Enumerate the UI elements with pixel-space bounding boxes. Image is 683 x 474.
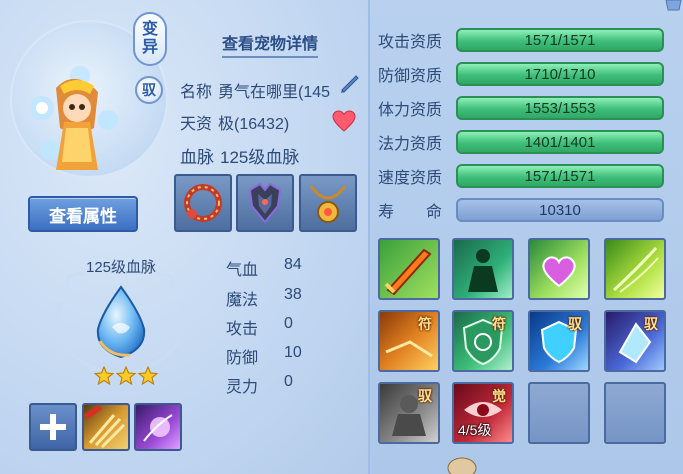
- skill-slot[interactable]: 符: [452, 310, 514, 372]
- skill-slot[interactable]: [528, 238, 590, 300]
- variant-badge-line2: 异: [141, 39, 158, 56]
- view-pet-details-link[interactable]: 查看宠物详情: [222, 30, 319, 58]
- pet-name-label: 名称: [180, 84, 213, 101]
- small-skill-slot-2[interactable]: [134, 403, 182, 451]
- sword-skill-icon: [384, 248, 432, 296]
- attr-bar: 1401/1401: [456, 130, 664, 154]
- amulet-icon: [309, 185, 347, 223]
- star-icon: [116, 366, 136, 386]
- skill-tag-yu: 驭: [418, 388, 432, 404]
- bottom-orb-icon: [447, 457, 477, 474]
- claw-skill-icon: [84, 405, 126, 449]
- pet-bloodline-value: 125级血脉: [220, 148, 300, 167]
- skill-slot-empty[interactable]: [528, 382, 590, 444]
- bloodline-stars: [94, 366, 162, 386]
- attr-row-defense: 防御资质 1710/1710: [378, 61, 664, 87]
- variant-badge: 变 异: [133, 12, 167, 66]
- green-figure-skill-icon: [468, 249, 498, 292]
- attr-label: 寿 命: [378, 204, 443, 221]
- corner-gem-icon: [665, 0, 682, 11]
- plus-icon: [40, 414, 66, 440]
- skill-slot[interactable]: [452, 238, 514, 300]
- attr-row-stamina: 体力资质 1553/1553: [378, 95, 664, 121]
- attr-label: 法力资质: [378, 136, 443, 153]
- attr-row-lifespan: 寿 命 10310: [378, 197, 664, 223]
- stat-label: 攻击: [226, 321, 259, 338]
- attr-label: 防御资质: [378, 68, 443, 85]
- attr-bar: 1571/1571: [456, 28, 664, 52]
- attr-label: 体力资质: [378, 102, 443, 119]
- attr-bar: 10310: [456, 198, 664, 222]
- stat-label: 灵力: [226, 379, 259, 396]
- leaf-wind-skill-icon: [612, 246, 659, 293]
- pet-figure-icon: [30, 66, 118, 170]
- pet-bloodline-label: 血脉: [180, 148, 214, 167]
- skill-tag-yu: 驭: [644, 316, 658, 332]
- bloodline-level-label: 125级血脉: [86, 259, 157, 276]
- attr-label: 攻击资质: [378, 34, 443, 51]
- stat-label: 气血: [226, 262, 259, 279]
- pet-bloodline-row: 血脉 125级血脉: [180, 143, 299, 168]
- star-icon: [138, 366, 158, 386]
- skill-tag-fu: 符: [492, 316, 506, 332]
- armor-icon: [248, 182, 282, 224]
- skill-level-label: 4/5级: [458, 422, 492, 438]
- stat-value: 10: [284, 344, 302, 361]
- attr-bar: 1571/1571: [456, 164, 664, 188]
- stat-label: 防御: [226, 350, 259, 367]
- stat-row-hp: 气血 84: [226, 256, 302, 280]
- stat-row-mp: 魔法 38: [226, 286, 302, 310]
- attr-row-attack: 攻击资质 1571/1571: [378, 27, 664, 53]
- edit-name-icon[interactable]: [338, 72, 362, 96]
- skill-slot[interactable]: 驭: [378, 382, 440, 444]
- stat-value: 84: [284, 256, 302, 273]
- small-skill-slot-1[interactable]: [82, 403, 130, 451]
- favorite-heart-icon[interactable]: [332, 110, 356, 132]
- skill-slot[interactable]: [604, 238, 666, 300]
- attr-label: 速度资质: [378, 170, 443, 187]
- view-attributes-button[interactable]: 查看属性: [28, 196, 138, 232]
- stat-row-spirit: 灵力 0: [226, 373, 293, 397]
- pet-talent-value: 极(16432): [218, 116, 290, 133]
- variant-badge-line1: 变: [141, 21, 158, 38]
- necklace-icon: [184, 184, 222, 222]
- skill-slot[interactable]: [378, 238, 440, 300]
- magic-burst-icon: [143, 414, 173, 442]
- pet-talent-row: 天资 极(16432): [180, 110, 289, 134]
- equipment-slot-2[interactable]: [236, 174, 294, 232]
- skill-slot[interactable]: 觉 4/5级: [452, 382, 514, 444]
- add-skill-button[interactable]: [29, 403, 77, 451]
- equipment-slot-1[interactable]: [174, 174, 232, 232]
- pet-name-row: 名称 勇气在哪里(145: [180, 78, 330, 102]
- stat-value: 38: [284, 286, 302, 303]
- attr-bar: 1710/1710: [456, 62, 664, 86]
- pet-talent-label: 天资: [180, 116, 213, 133]
- stat-value: 0: [284, 373, 293, 390]
- attr-row-mana: 法力资质 1401/1401: [378, 129, 664, 155]
- pet-name-value: 勇气在哪里(145: [218, 84, 331, 101]
- skill-tag-yu: 驭: [568, 316, 582, 332]
- skill-tag-jue: 觉: [492, 388, 506, 404]
- skill-slot-empty[interactable]: [604, 382, 666, 444]
- star-icon: [94, 366, 114, 386]
- stat-row-attack: 攻击 0: [226, 315, 293, 339]
- attr-bar: 1553/1553: [456, 96, 664, 120]
- bloodline-drop-icon[interactable]: [90, 283, 152, 361]
- skill-slot[interactable]: 驭: [528, 310, 590, 372]
- yu-badge: 驭: [135, 76, 163, 104]
- attr-row-speed: 速度资质 1571/1571: [378, 163, 664, 189]
- equipment-slot-3[interactable]: [299, 174, 357, 232]
- skill-slot[interactable]: 驭: [604, 310, 666, 372]
- heart-skill-icon: [542, 256, 576, 288]
- stat-value: 0: [284, 315, 293, 332]
- skill-tag-fu: 符: [418, 316, 432, 332]
- stat-label: 魔法: [226, 292, 259, 309]
- skill-slot[interactable]: 符: [378, 310, 440, 372]
- stat-row-defense: 防御 10: [226, 344, 302, 368]
